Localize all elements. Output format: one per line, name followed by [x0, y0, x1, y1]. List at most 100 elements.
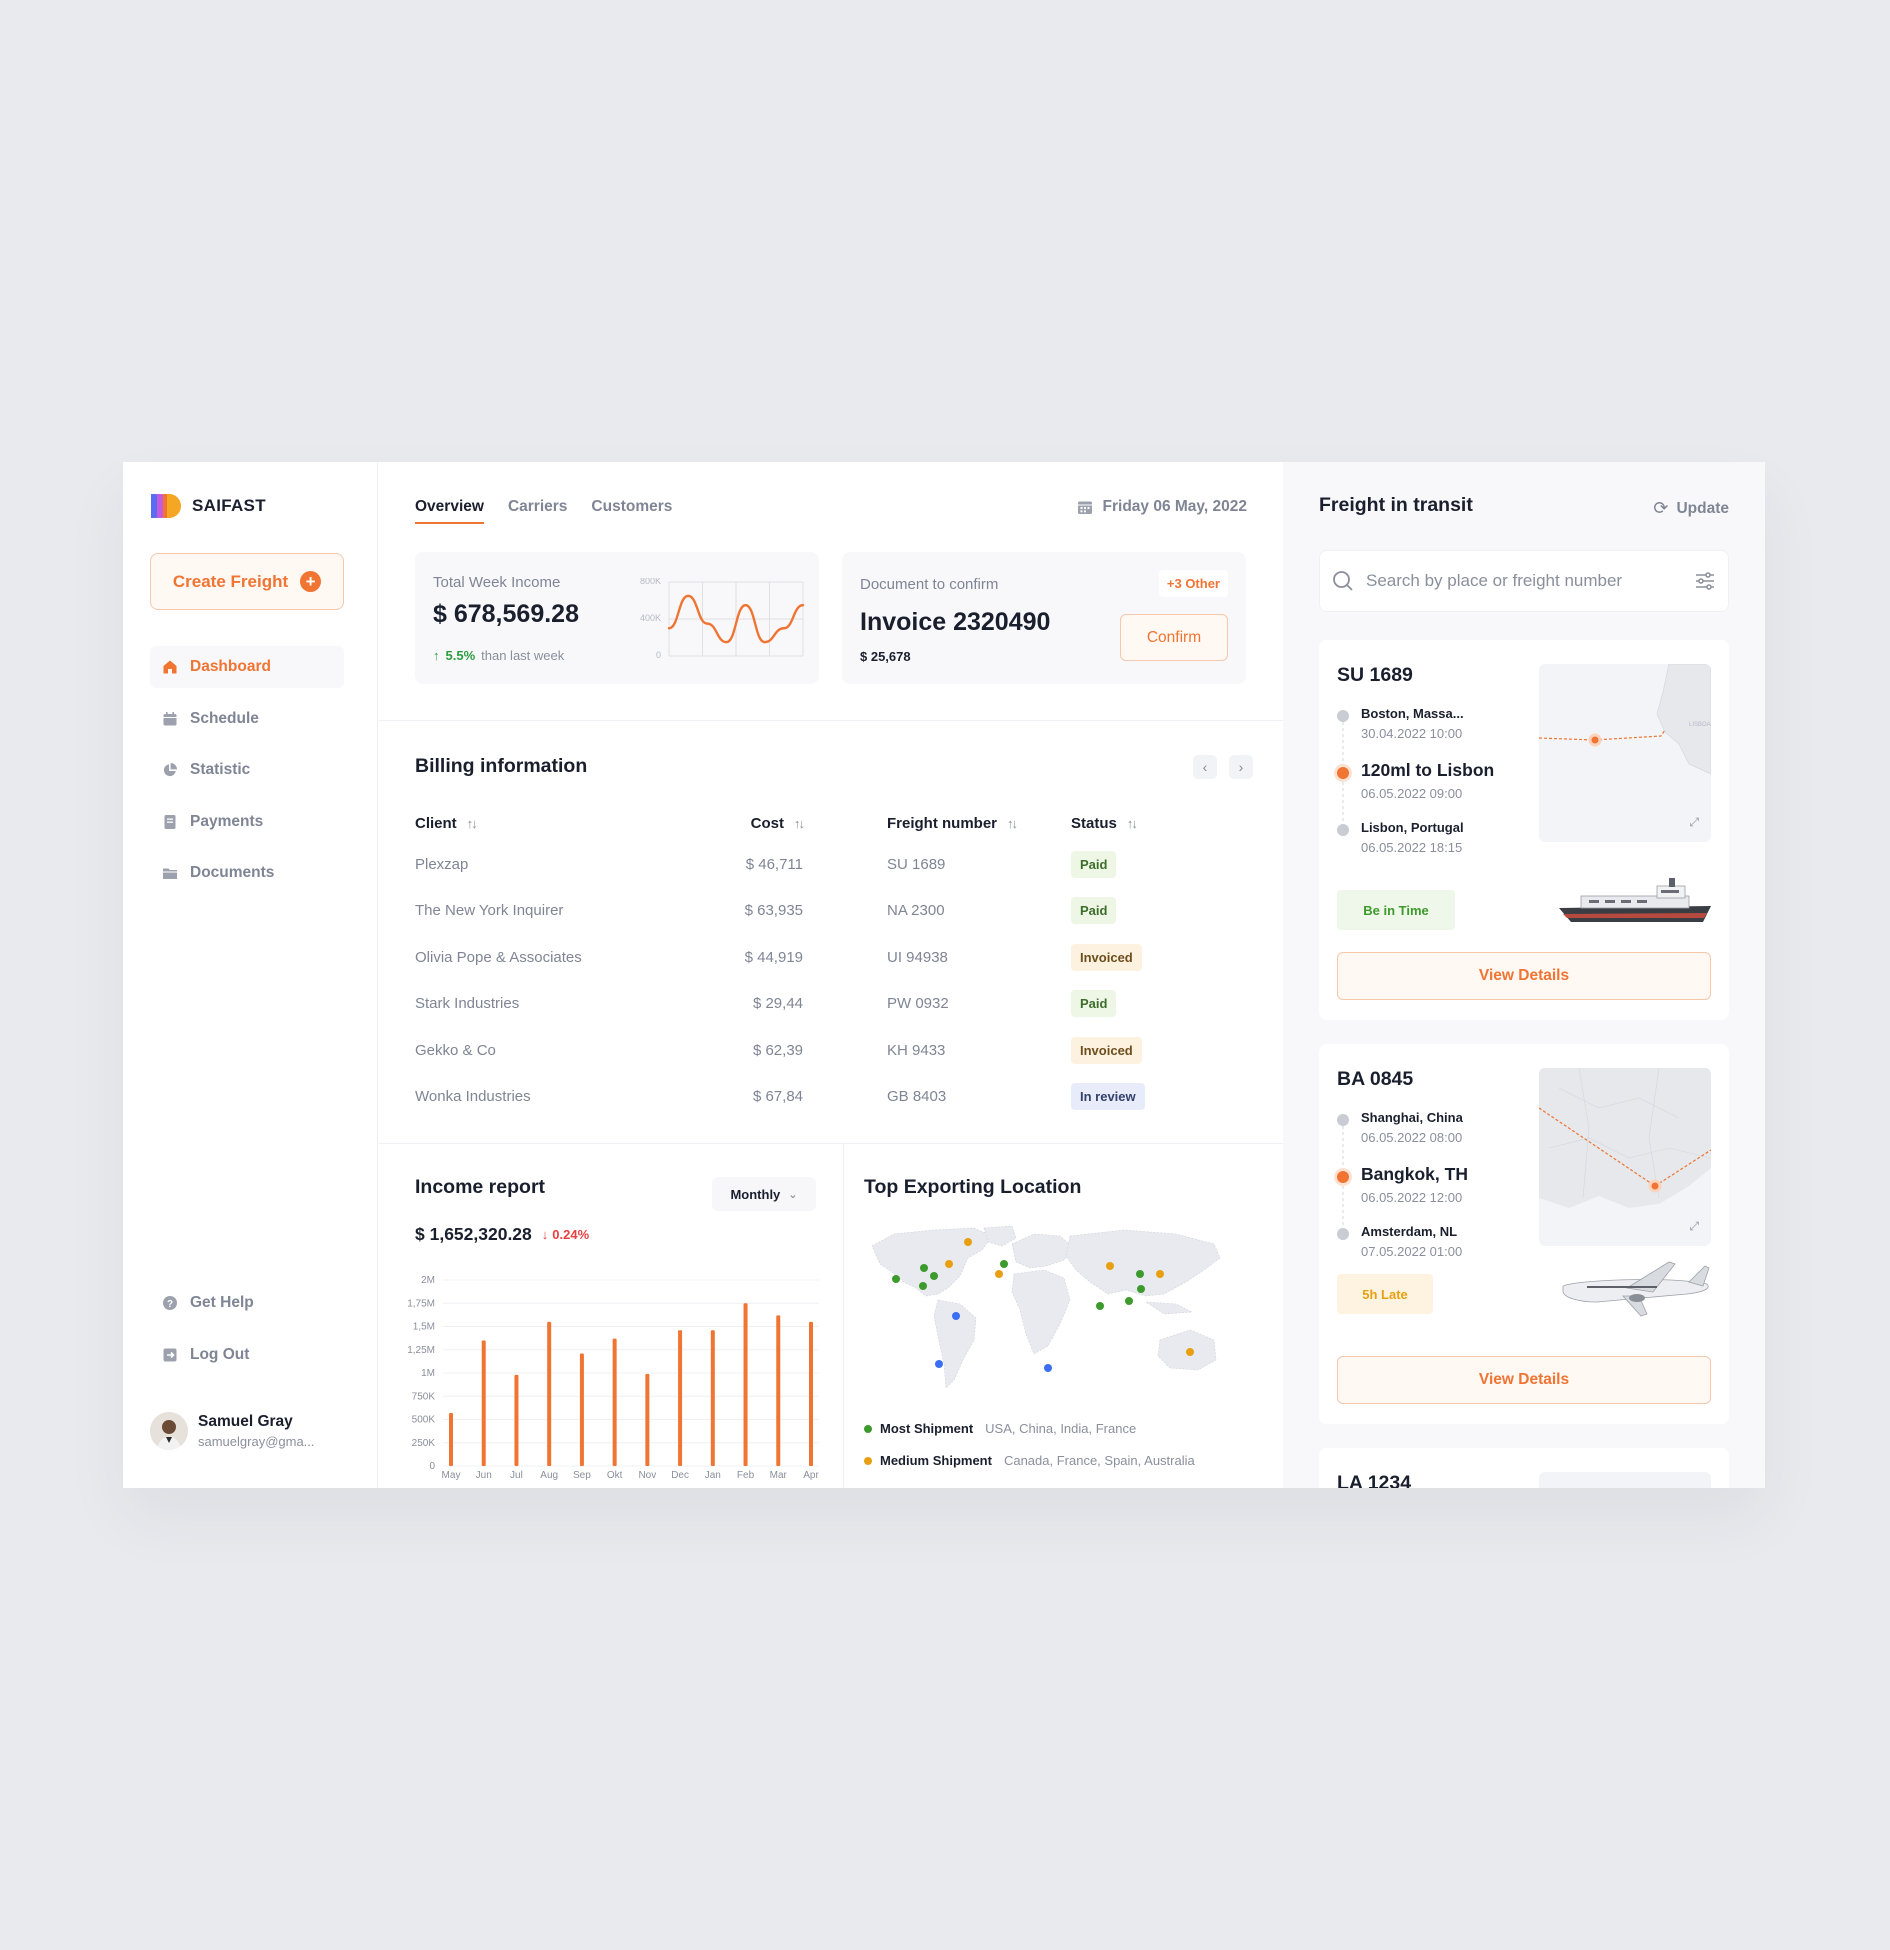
create-freight-button[interactable]: Create Freight +: [150, 553, 344, 610]
x-tick-label: Dec: [671, 1470, 689, 1481]
income-report-total: $ 1,652,320.28: [415, 1224, 532, 1244]
billing-title: Billing information: [415, 755, 588, 777]
bar[interactable]: [645, 1373, 650, 1466]
table-row[interactable]: The New York Inquirer $ 63,935 NA 2300 P…: [415, 888, 1215, 935]
nav-item-statistic[interactable]: Statistic: [150, 749, 344, 791]
table-row[interactable]: Gekko & Co $ 62,39 KH 9433 Invoiced: [415, 1027, 1215, 1074]
table-row[interactable]: Plexzap $ 46,711 SU 1689 Paid: [415, 841, 1215, 888]
cell-client: Gekko & Co: [415, 1041, 496, 1059]
bar[interactable]: [449, 1412, 453, 1466]
cell-status: In review: [1032, 1074, 1215, 1121]
table-row[interactable]: Olivia Pope & Associates $ 44,919 UI 949…: [415, 934, 1215, 981]
column-label: Client: [415, 814, 457, 832]
table-row[interactable]: Stark Industries $ 29,44 PW 0932 Paid: [415, 981, 1215, 1028]
tab-customers[interactable]: Customers: [591, 498, 672, 524]
stop-place: Bangkok, TH: [1361, 1164, 1468, 1184]
view-details-button[interactable]: View Details: [1337, 952, 1711, 1000]
route-stop-current: Bangkok, TH 06.05.2022 12:00: [1337, 1164, 1468, 1205]
y-tick-label: 1,25M: [407, 1345, 435, 1356]
nav-item-payments[interactable]: Payments: [150, 801, 344, 843]
svg-text:?: ?: [167, 1299, 173, 1310]
route-map[interactable]: LISBOA ⤢: [1539, 664, 1711, 842]
map-coastline: [1656, 664, 1711, 775]
freight-card[interactable]: BA 0845 Shanghai, China 06.05.2022 08:00 …: [1319, 1044, 1729, 1424]
map-greenland: [983, 1225, 1017, 1247]
period-dropdown[interactable]: Monthly ⌄: [712, 1177, 816, 1211]
map-city-label: LISBOA: [1689, 722, 1711, 728]
main-nav: Dashboard Schedule Statistic Payments Do…: [150, 646, 344, 904]
next-page-button[interactable]: ›: [1229, 755, 1253, 779]
column-header-freight-number[interactable]: Freight number ↑↓: [803, 805, 1032, 841]
nav-item-get-help[interactable]: ? Get Help: [150, 1282, 344, 1324]
column-header-client[interactable]: Client ↑↓: [415, 805, 643, 841]
x-tick-label: Jul: [510, 1470, 523, 1481]
x-tick-label: May: [442, 1470, 461, 1481]
date-text: Friday 06 May, 2022: [1102, 498, 1247, 515]
nav-item-log-out[interactable]: Log Out: [150, 1334, 344, 1376]
bar[interactable]: [547, 1321, 552, 1466]
bar[interactable]: [710, 1330, 715, 1466]
date-display[interactable]: Friday 06 May, 2022: [1077, 498, 1247, 516]
nav-item-documents[interactable]: Documents: [150, 852, 344, 894]
search-input[interactable]: [1366, 571, 1682, 591]
other-documents-badge[interactable]: +3 Other: [1158, 570, 1228, 597]
chevron-down-icon: ⌄: [788, 1188, 798, 1201]
status-badge: In review: [1071, 1083, 1145, 1111]
column-header-cost[interactable]: Cost ↑↓: [643, 805, 805, 841]
bar[interactable]: [809, 1321, 813, 1466]
nav-item-schedule[interactable]: Schedule: [150, 698, 344, 740]
confirm-button[interactable]: Confirm: [1120, 614, 1228, 661]
nav-label: Documents: [190, 864, 275, 881]
route-stop: Lisbon, Portugal 06.05.2022 18:15: [1337, 820, 1464, 855]
bar[interactable]: [514, 1374, 519, 1466]
bar[interactable]: [481, 1340, 486, 1466]
nav-item-dashboard[interactable]: Dashboard: [150, 646, 344, 688]
bar[interactable]: [612, 1338, 617, 1466]
nav-label: Statistic: [190, 761, 251, 778]
chevron-right-icon: ›: [1238, 759, 1244, 775]
receipt-icon: [162, 814, 178, 830]
nav-label: Log Out: [190, 1345, 250, 1363]
cell-client: Stark Industries: [415, 995, 520, 1013]
arrow-up-icon: ↑: [433, 648, 440, 663]
map-europe: [1011, 1233, 1075, 1269]
tab-carriers[interactable]: Carriers: [508, 498, 567, 524]
x-tick-label: Feb: [737, 1470, 755, 1481]
route-map[interactable]: [1539, 1472, 1711, 1488]
invoice-title: Invoice 2320490: [860, 608, 1051, 636]
bar[interactable]: [776, 1315, 781, 1466]
prev-page-button[interactable]: ‹: [1193, 755, 1217, 779]
income-report-title: Income report: [415, 1176, 546, 1198]
freight-card[interactable]: LA 1234: [1319, 1448, 1729, 1488]
table-header-row: Client ↑↓ Cost ↑↓ Freight number ↑↓ Status ↑…: [415, 805, 1215, 841]
tick-label: 0: [656, 650, 661, 660]
view-details-button[interactable]: View Details: [1337, 1356, 1711, 1404]
map-landmass: [1539, 1068, 1711, 1208]
status-badge: Invoiced: [1071, 1036, 1142, 1064]
tab-overview[interactable]: Overview: [415, 498, 484, 524]
bar[interactable]: [743, 1303, 748, 1466]
expand-icon[interactable]: ⤢: [1689, 815, 1699, 830]
app-logo[interactable]: SAIFAST: [151, 494, 266, 518]
expand-icon[interactable]: ⤢: [1689, 1219, 1699, 1234]
income-bar-chart: 2M 1,75M 1,5M 1,25M 1M 750K 500K 250K 0 May Jun Jul…: [407, 1275, 819, 1481]
filter-icon[interactable]: [1694, 570, 1716, 592]
bar[interactable]: [579, 1353, 584, 1466]
legend-detail: USA, China, India, France: [985, 1421, 1137, 1436]
stop-time: 07.05.2022 01:00: [1361, 1244, 1463, 1259]
table-row[interactable]: Wonka Industries $ 67,84 GB 8403 In revi…: [415, 1074, 1215, 1121]
bar[interactable]: [678, 1330, 683, 1466]
x-tick-label: Okt: [607, 1470, 623, 1481]
column-header-status[interactable]: Status ↑↓: [1032, 805, 1215, 841]
marker-low: [1044, 1364, 1052, 1372]
marker-medium: [964, 1238, 972, 1246]
status-badge: Paid: [1071, 897, 1117, 925]
document-card: Document to confirm +3 Other Invoice 232…: [842, 552, 1246, 684]
user-profile[interactable]: Samuel Gray samuelgray@gma...: [150, 1412, 315, 1450]
cell-client: Plexzap: [415, 855, 469, 873]
update-button[interactable]: ⟳ Update: [1653, 498, 1729, 519]
route-map[interactable]: ⤢: [1539, 1068, 1711, 1246]
freight-card[interactable]: SU 1689 Boston, Massa... 30.04.2022 10:00…: [1319, 640, 1729, 1020]
route-stop: Boston, Massa... 30.04.2022 10:00: [1337, 706, 1464, 741]
world-map: [871, 1225, 1221, 1389]
